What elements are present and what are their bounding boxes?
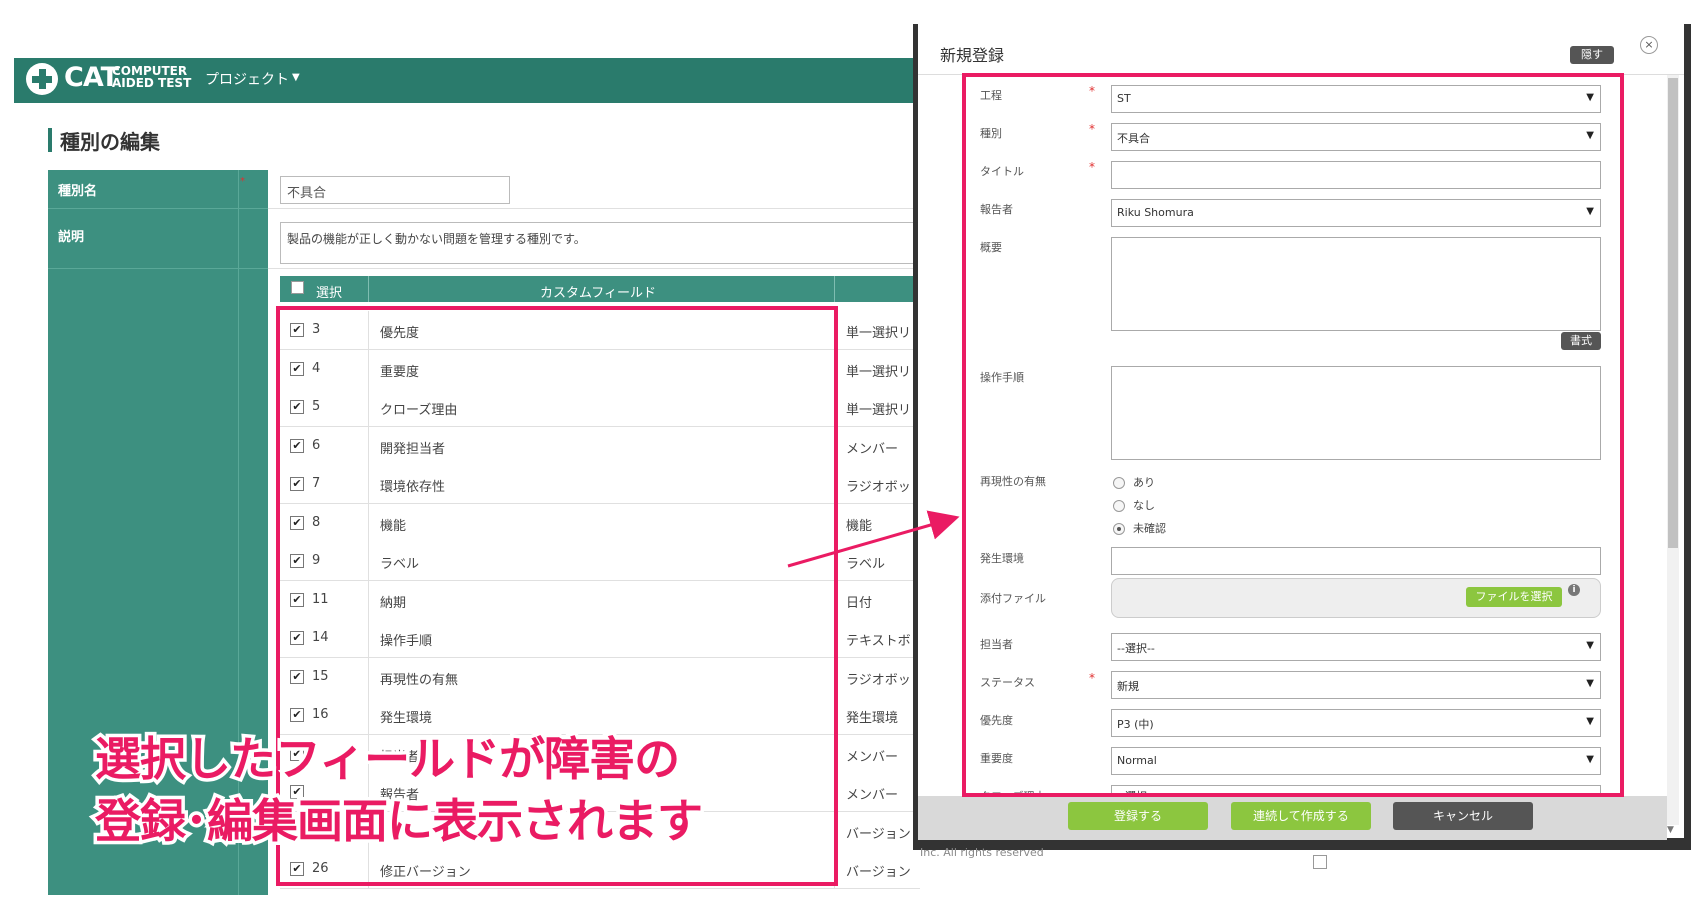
annotation-callout: 選択したフィールドが障害の 登録･編集画面に表示されます [92, 728, 707, 852]
callout-line-2: 登録･編集画面に表示されます [92, 791, 707, 852]
callout-line-1: 選択したフィールドが障害の [92, 729, 684, 790]
arrow-line [787, 510, 960, 568]
